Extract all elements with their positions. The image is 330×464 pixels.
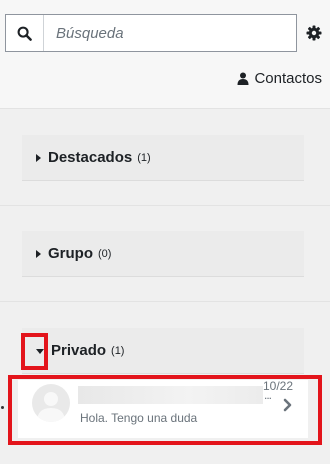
settings-button[interactable] bbox=[304, 23, 324, 43]
message-preview: Hola. Tengo una duda bbox=[80, 411, 198, 425]
search-box bbox=[5, 14, 297, 52]
contact-name-redacted bbox=[78, 386, 263, 404]
section-title: Grupo bbox=[48, 245, 93, 262]
caret-right-icon bbox=[36, 153, 41, 162]
search-input[interactable] bbox=[44, 15, 296, 51]
search-button[interactable] bbox=[6, 15, 44, 51]
section-header-destacados[interactable]: Destacados (1) bbox=[22, 135, 304, 181]
section-title: Destacados bbox=[48, 149, 133, 166]
chevron-right-icon bbox=[283, 398, 292, 412]
conversation-date: 10/22 bbox=[263, 379, 294, 393]
section-header-privado[interactable]: Privado (1) bbox=[22, 328, 304, 374]
section-title: Privado bbox=[51, 342, 107, 359]
divider bbox=[0, 301, 330, 302]
gear-icon bbox=[306, 25, 322, 41]
contacts-link[interactable]: Contactos bbox=[237, 70, 322, 87]
conversation-item[interactable]: ... 10/22 Hola. Tengo una duda bbox=[18, 379, 308, 438]
section-count: (1) bbox=[111, 344, 125, 357]
divider bbox=[0, 108, 330, 109]
user-avatar-icon bbox=[37, 392, 65, 422]
avatar bbox=[32, 384, 70, 422]
caret-right-icon bbox=[36, 249, 41, 258]
messaging-header: Contactos bbox=[0, 0, 330, 108]
section-header-grupo[interactable]: Grupo (0) bbox=[22, 231, 304, 277]
search-icon bbox=[17, 26, 32, 41]
contacts-label: Contactos bbox=[254, 70, 322, 87]
list-bullet bbox=[1, 406, 4, 409]
caret-down-icon bbox=[36, 349, 44, 354]
section-count: (1) bbox=[137, 151, 151, 164]
divider bbox=[0, 205, 330, 206]
section-count: (0) bbox=[98, 247, 112, 260]
user-icon bbox=[237, 72, 249, 85]
